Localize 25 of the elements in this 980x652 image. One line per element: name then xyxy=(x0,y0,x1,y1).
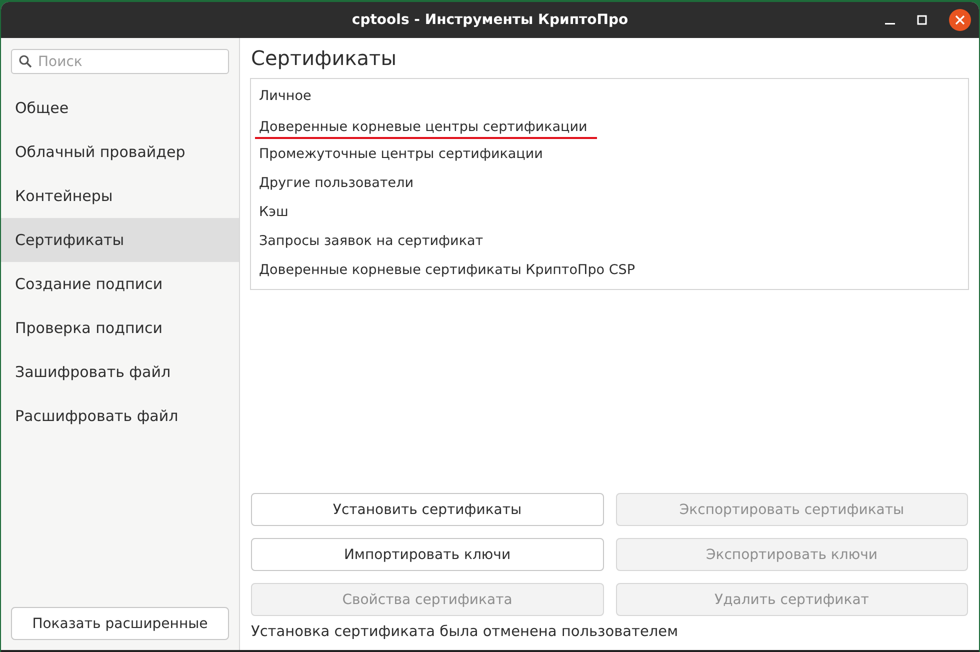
list-item[interactable]: Кэш xyxy=(259,204,288,222)
sidebar-item[interactable]: Контейнеры xyxy=(1,174,239,218)
status-message: Установка сертификата была отменена пользователем xyxy=(251,624,680,640)
sidebar-item[interactable]: Общее xyxy=(1,86,239,130)
list-item[interactable]: Запросы заявок на сертификат xyxy=(259,232,484,250)
sidebar-item[interactable]: Создание подписи xyxy=(1,262,239,306)
search-icon xyxy=(19,55,32,68)
sidebar-item[interactable]: Расшифровать файл xyxy=(1,394,239,438)
window-title: cptools - Инструменты КриптоПро xyxy=(352,12,628,28)
list-item[interactable]: Личное xyxy=(259,88,312,106)
list-item[interactable]: Доверенные корневые центры сертификации xyxy=(255,118,598,138)
sidebar-item[interactable]: Зашифровать файл xyxy=(1,350,239,394)
sidebar-item[interactable]: Проверка подписи xyxy=(1,306,239,350)
maximize-icon[interactable] xyxy=(917,15,927,25)
action-button[interactable]: Импортировать ключи xyxy=(251,538,604,571)
sidebar-item[interactable]: Сертификаты xyxy=(1,218,239,262)
close-icon[interactable] xyxy=(949,9,971,31)
sidebar-item[interactable]: Облачный провайдер xyxy=(1,130,239,174)
list-item[interactable]: Промежуточные центры сертификации xyxy=(259,146,543,164)
list-item[interactable]: Доверенные корневые сертификаты КриптоПро CSP xyxy=(259,262,635,280)
action-button[interactable]: Установить сертификаты xyxy=(251,493,604,526)
list-item[interactable]: Другие пользователи xyxy=(259,174,414,192)
page-heading: Сертификаты xyxy=(251,46,398,70)
search-field[interactable]: Поиск xyxy=(11,49,229,74)
show-advanced-button[interactable]: Показать расширенные xyxy=(11,607,229,640)
